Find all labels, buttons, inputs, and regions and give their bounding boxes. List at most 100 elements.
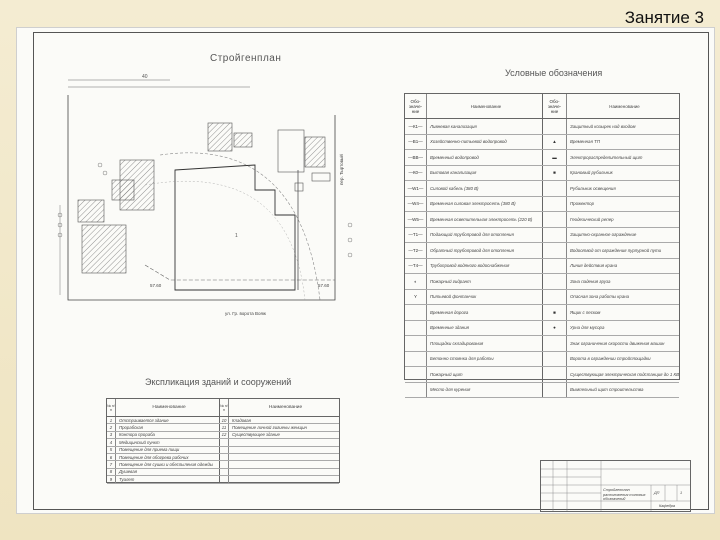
legend-name: Пожарный гидрант	[427, 274, 543, 289]
street-bottom: ул. Гр. ворота Вояж	[225, 311, 266, 316]
legend-symbol: ▬	[543, 150, 567, 165]
stamp-organization: Кафедра	[659, 504, 675, 508]
legend-row: ◐ Пожарный гидрант Зона падения груза	[405, 274, 679, 290]
legend-symbol: —W1—	[405, 181, 427, 196]
explication-row: 7 Помещение для сушки и обеспыления одежд…	[107, 461, 339, 469]
legend-name: Геодезический репер	[570, 216, 614, 222]
legend-symbol	[405, 351, 427, 366]
legend-symbol	[405, 320, 427, 335]
explication-name: Отстраивается здание	[116, 417, 220, 424]
legend-name: Крановый рубильник	[570, 170, 613, 176]
legend-name: Бетонно стоянка для работы	[427, 351, 543, 366]
legend-row: —Т2— Обратный трубопровод для отопления Во…	[405, 243, 679, 259]
legend-symbol	[543, 258, 567, 273]
legend-name: Прожектор	[570, 201, 595, 207]
explication-name: Туалет	[116, 476, 220, 483]
legend-name: Урна для мусора	[570, 325, 605, 331]
existing-building	[233, 132, 253, 148]
legend-symbol: —К1—	[405, 119, 427, 134]
stamp-description: Стройгенплан расположения типовых обозна…	[603, 488, 646, 501]
legend-name: Защитно-охранное ограждение	[570, 232, 637, 238]
legend-row: —W4— Временная силовая электросеть (380 В…	[405, 196, 679, 212]
explication-number: 6	[107, 453, 116, 461]
legend-name: Электрораспределительный щит	[570, 154, 643, 160]
legend-head-symbol: Обо- значе- ние	[405, 94, 427, 118]
explication-title: Экспликация зданий и сооружений	[145, 377, 292, 387]
legend-name: Водоотвод от ограждения пурпурной пути	[570, 247, 662, 253]
legend-name: Зона падения груза	[570, 278, 611, 284]
plan-title: Стройгенплан	[210, 53, 282, 64]
explication-rows: 1 Отстраивается здание 10 Кладовая 2 Прорабск…	[107, 417, 339, 484]
legend-name: Ящик с песком	[570, 309, 601, 315]
legend-symbol	[543, 212, 567, 227]
legend-name: Место для курения	[427, 382, 543, 397]
legend-name: Подающий трубопровод для отопления	[427, 227, 543, 242]
legend-name: Силовой кабель (380 В)	[427, 181, 543, 196]
explication-name: Помещение для сушки и обеспыления одежды	[116, 461, 220, 468]
explication-name: Кладовая	[232, 417, 251, 423]
legend-row: Временные здания ● Урна для мусора	[405, 320, 679, 336]
explication-number: 7	[107, 461, 116, 468]
legend-name: Временная ТП	[570, 139, 600, 145]
explication-name	[229, 469, 339, 475]
legend-name: Питьевой фонтанчик	[427, 289, 543, 304]
legend-symbol	[405, 367, 427, 382]
explication-name: Помещение для приема пищи	[116, 446, 220, 453]
legend-symbol	[543, 119, 567, 134]
explication-number	[220, 468, 229, 476]
legend-row: —ВВ— Временный водопровод ▬ Электрораспреде…	[405, 150, 679, 166]
legend-symbol: —W4—	[405, 196, 427, 211]
main-building	[174, 164, 296, 291]
legend-name: Вымпельный щит строительства	[570, 387, 644, 393]
legend-row: —К0— Бытовая канализация ■ Крановый рубильн…	[405, 165, 679, 181]
slide-title: Занятие 3	[624, 8, 704, 27]
dimension-label: 40	[142, 74, 148, 80]
explication-row: 9 Туалет	[107, 476, 339, 484]
explication-row: 2 Прорабская 11 Помещение личной гигиены же…	[107, 424, 339, 432]
legend-name: Пожарный щит	[427, 367, 543, 382]
legend-symbol	[405, 305, 427, 320]
explication-number	[220, 446, 229, 453]
legend-row: —В1— Хозяйственно-питьевой водопровод ▲ Вре…	[405, 134, 679, 150]
legend-symbol	[543, 196, 567, 211]
legend-name: Рубильник освещения	[570, 185, 616, 191]
legend-name: Хозяйственно-питьевой водопровод	[427, 134, 543, 149]
explication-number: 11	[220, 424, 229, 431]
title-block: ДП 1 Стройгенплан расположения типовых о…	[540, 460, 691, 512]
explication-number: 8	[107, 468, 116, 476]
explication-name: Прорабская	[116, 424, 220, 431]
stamp-sheet: ДП	[654, 491, 660, 495]
legend-rows: —К1— Ливневая канализация Защитный козырек…	[405, 119, 679, 398]
legend-row: —W5— Временная осветительная электросеть …	[405, 212, 679, 228]
explication-number	[220, 461, 229, 468]
legend-symbol: ◐	[405, 274, 427, 289]
legend-row: Временная дорога ■ Ящик с песком	[405, 305, 679, 321]
legend-title: Условные обозначения	[505, 68, 603, 78]
legend-name: Обратный трубопровод для отопления	[427, 243, 543, 258]
legend-row: Пожарный щит Существующая электрическая п…	[405, 367, 679, 383]
explication-number: 3	[107, 431, 116, 439]
legend-symbol	[405, 336, 427, 351]
legend-symbol: ●	[543, 320, 567, 335]
legend-name: Существующая электрическая подстанция до…	[570, 371, 679, 377]
legend-row: Бетонно стоянка для работы Ворота в ограж…	[405, 351, 679, 367]
explication-row: 6 Помещение для обогрева рабочих	[107, 453, 339, 462]
legend-name: Защитный козырек над входом	[570, 123, 636, 129]
existing-building	[111, 179, 135, 201]
legend-head-symbol: Обо- значе- ние	[543, 94, 567, 118]
explication-name: Контора прораба	[116, 431, 220, 439]
explication-number	[220, 439, 229, 446]
explication-head-name: Наименование	[268, 405, 303, 410]
explication-number: 10	[220, 417, 229, 424]
stamp-sheet-number: 1	[680, 491, 683, 495]
existing-building	[81, 224, 127, 274]
explication-number: 2	[107, 424, 116, 431]
main-building-number: 1	[235, 233, 238, 239]
explication-number: 9	[107, 476, 116, 483]
legend-symbol	[543, 274, 567, 289]
legend-row: —Т4— Трубопровод водяного водоснабжения Ли…	[405, 258, 679, 274]
explication-row: 8 Душевая	[107, 468, 339, 477]
street-right: пер. Тыртовый	[338, 154, 344, 185]
legend-symbol: —К0—	[405, 165, 427, 180]
explication-table: № п/п Наименование № п/п Наименование 1О…	[106, 398, 340, 484]
